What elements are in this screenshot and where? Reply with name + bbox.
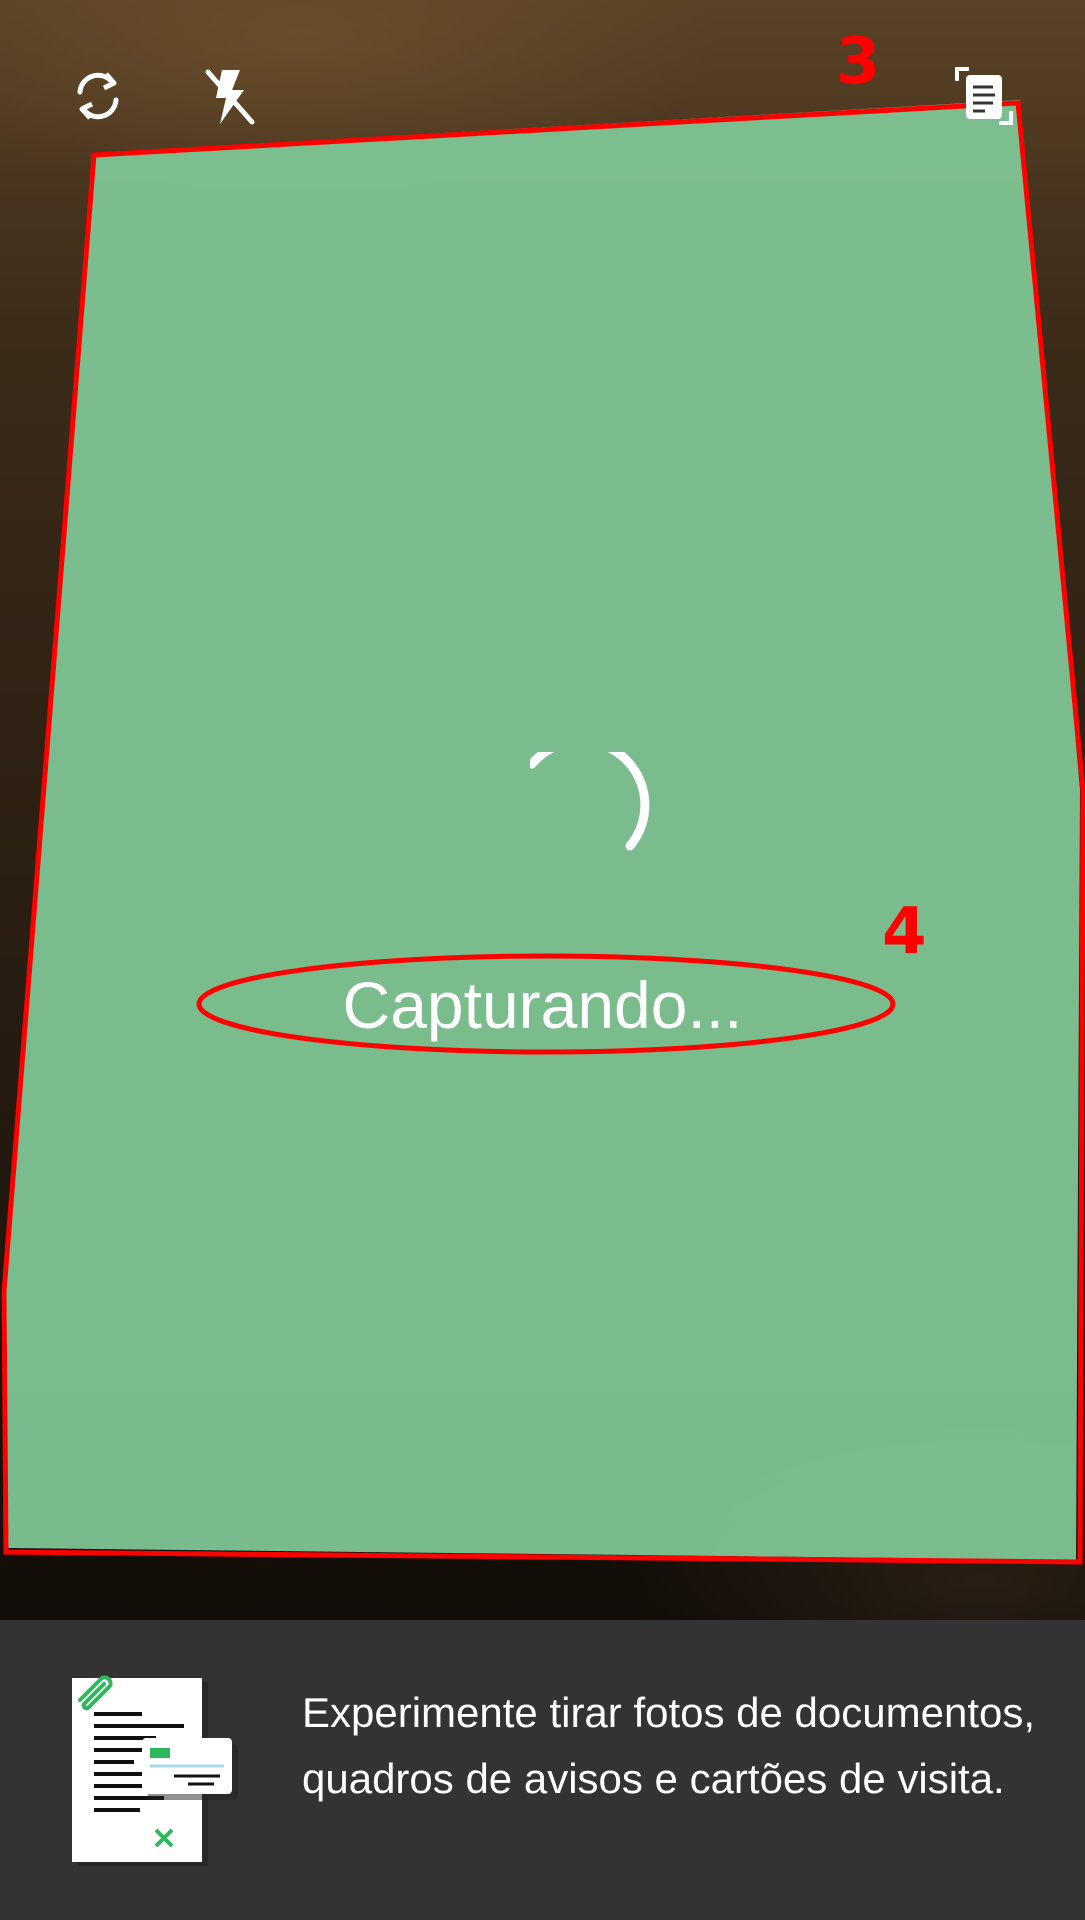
annotation-marker-4: 4 xyxy=(882,895,927,969)
document-scan-mode-icon[interactable] xyxy=(944,56,1024,136)
loading-spinner-icon xyxy=(530,752,650,851)
flash-off-icon[interactable] xyxy=(190,56,270,136)
camera-capture-screen: 3 4 Capturando... Experimente tirar foto… xyxy=(0,0,1085,1920)
rotate-camera-icon[interactable] xyxy=(58,56,138,136)
documents-illustration xyxy=(72,1675,238,1866)
tip-text: Experimente tirar fotos de documentos, q… xyxy=(302,1689,1036,1802)
camera-viewfinder: 3 4 Capturando... xyxy=(0,0,1085,1620)
capturing-status: Capturando... xyxy=(342,968,743,1042)
annotation-marker-3: 3 xyxy=(836,25,881,99)
